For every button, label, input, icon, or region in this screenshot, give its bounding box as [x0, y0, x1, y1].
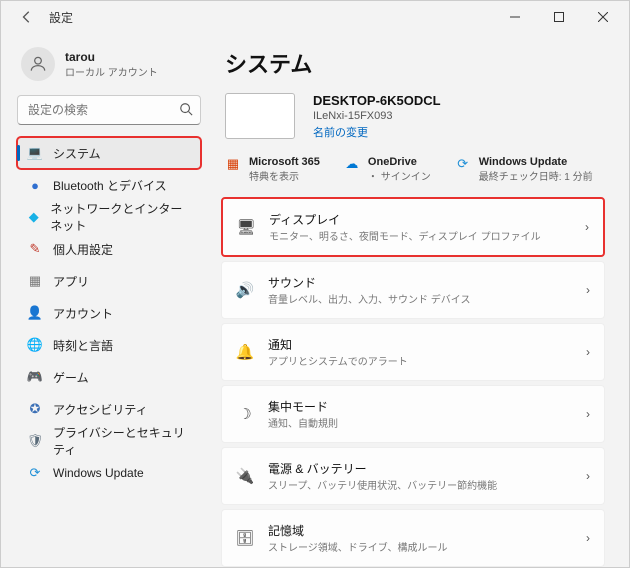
nav-icon: ✎ — [27, 241, 43, 257]
tile-sub: ストレージ領域、ドライブ、構成ルール — [268, 539, 572, 554]
sidebar-item-8[interactable]: ✪ アクセシビリティ — [17, 393, 201, 425]
tile-title: 記憶域 — [268, 522, 572, 539]
nav-icon: ✪ — [27, 401, 43, 417]
sidebar-item-6[interactable]: 🌐 時刻と言語 — [17, 329, 201, 361]
maximize-button[interactable] — [537, 1, 581, 33]
search-input[interactable] — [17, 95, 201, 125]
device-icon — [225, 93, 295, 139]
status-item-2[interactable]: ⟳ Windows Update最終チェック日時: 1 分前 — [455, 156, 593, 183]
tile-sub: スリープ、バッテリ使用状況、バッテリー節約機能 — [268, 477, 572, 492]
window-title: 設定 — [49, 9, 73, 26]
tile-sub: アプリとシステムでのアラート — [268, 353, 572, 368]
sidebar-item-10[interactable]: ⟳ Windows Update — [17, 457, 201, 489]
tile-0[interactable]: 🖥 ディスプレイモニター、明るさ、夜間モード、ディスプレイ プロファイル › — [221, 197, 605, 257]
nav-label: アカウント — [53, 305, 113, 322]
tile-1[interactable]: 🔊 サウンド音量レベル、出力、入力、サウンド デバイス › — [221, 261, 605, 319]
user-account[interactable]: tarou ローカル アカウント — [17, 39, 201, 91]
nav-icon: 🛡 — [27, 433, 43, 449]
close-button[interactable] — [581, 1, 625, 33]
status-sub: ・ サインイン — [368, 168, 431, 183]
sidebar-item-7[interactable]: 🎮 ゲーム — [17, 361, 201, 393]
nav-label: プライバシーとセキュリティ — [53, 424, 191, 458]
tile-title: 通知 — [268, 336, 572, 353]
search-icon — [179, 102, 193, 119]
nav-label: Windows Update — [53, 466, 144, 480]
chevron-right-icon: › — [586, 345, 590, 359]
nav-icon: 👤 — [27, 305, 43, 321]
sidebar-item-0[interactable]: 💻 システム — [17, 137, 201, 169]
tile-sub: モニター、明るさ、夜間モード、ディスプレイ プロファイル — [269, 228, 571, 243]
page-title: システム — [225, 47, 605, 79]
nav-label: アクセシビリティ — [53, 401, 148, 418]
chevron-right-icon: › — [586, 283, 590, 297]
status-title: Windows Update — [479, 156, 593, 168]
tile-3[interactable]: ☽ 集中モード通知、自動規則 › — [221, 385, 605, 443]
nav-label: 時刻と言語 — [53, 337, 113, 354]
nav-icon: ⟳ — [27, 465, 43, 481]
tile-title: サウンド — [268, 274, 572, 291]
nav-label: ゲーム — [53, 369, 89, 386]
sidebar-item-9[interactable]: 🛡 プライバシーとセキュリティ — [17, 425, 201, 457]
avatar-icon — [21, 47, 55, 81]
nav-icon: ◆ — [27, 209, 40, 225]
status-icon: ⟳ — [455, 156, 471, 172]
minimize-button[interactable] — [493, 1, 537, 33]
tile-icon: 🔊 — [236, 281, 254, 299]
status-sub: 最終チェック日時: 1 分前 — [479, 168, 593, 183]
tile-icon: 🔌 — [236, 467, 254, 485]
tile-title: 電源 & バッテリー — [268, 460, 572, 477]
nav-icon: 💻 — [27, 145, 43, 161]
settings-window: 設定 tarou ローカル アカウント 💻 システム ● — [0, 0, 630, 568]
nav-icon: ● — [27, 177, 43, 193]
rename-link[interactable]: 名前の変更 — [313, 124, 441, 140]
status-sub: 特典を表示 — [249, 168, 320, 183]
tile-icon: 🖥 — [237, 218, 255, 236]
nav-label: ネットワークとインターネット — [50, 200, 191, 234]
main-panel: システム DESKTOP-6K5ODCL ILeNxi-15FX093 名前の変… — [211, 33, 629, 567]
sidebar-item-2[interactable]: ◆ ネットワークとインターネット — [17, 201, 201, 233]
chevron-right-icon: › — [586, 469, 590, 483]
tile-title: 集中モード — [268, 398, 572, 415]
nav-label: システム — [53, 145, 101, 162]
sidebar-item-1[interactable]: ● Bluetooth とデバイス — [17, 169, 201, 201]
status-icon: ▦ — [225, 156, 241, 172]
tile-title: ディスプレイ — [269, 211, 571, 228]
tile-sub: 音量レベル、出力、入力、サウンド デバイス — [268, 291, 572, 306]
user-type: ローカル アカウント — [65, 64, 158, 79]
tile-2[interactable]: 🔔 通知アプリとシステムでのアラート › — [221, 323, 605, 381]
search-box — [17, 95, 201, 125]
sidebar-item-5[interactable]: 👤 アカウント — [17, 297, 201, 329]
status-item-0[interactable]: ▦ Microsoft 365特典を表示 — [225, 156, 320, 183]
back-button[interactable] — [13, 3, 41, 31]
tiles-list: 🖥 ディスプレイモニター、明るさ、夜間モード、ディスプレイ プロファイル › 🔊 サウン… — [221, 197, 605, 567]
device-model: ILeNxi-15FX093 — [313, 110, 441, 122]
chevron-right-icon: › — [585, 220, 589, 234]
tile-icon: ☽ — [236, 405, 254, 423]
tile-5[interactable]: 🗄 記憶域ストレージ領域、ドライブ、構成ルール › — [221, 509, 605, 567]
sidebar-item-4[interactable]: ▦ アプリ — [17, 265, 201, 297]
tile-icon: 🗄 — [236, 529, 254, 547]
nav-icon: 🎮 — [27, 369, 43, 385]
nav-icon: ▦ — [27, 273, 43, 289]
status-icon: ☁ — [344, 156, 360, 172]
tile-icon: 🔔 — [236, 343, 254, 361]
device-summary: DESKTOP-6K5ODCL ILeNxi-15FX093 名前の変更 — [225, 93, 605, 140]
nav-label: 個人用設定 — [53, 241, 113, 258]
titlebar: 設定 — [1, 1, 629, 33]
chevron-right-icon: › — [586, 531, 590, 545]
sidebar-item-3[interactable]: ✎ 個人用設定 — [17, 233, 201, 265]
nav-label: アプリ — [53, 273, 89, 290]
nav-icon: 🌐 — [27, 337, 43, 353]
nav-label: Bluetooth とデバイス — [53, 177, 167, 194]
sidebar: tarou ローカル アカウント 💻 システム ● Bluetooth とデバイス ◆ ネ… — [1, 33, 211, 567]
tile-4[interactable]: 🔌 電源 & バッテリースリープ、バッテリ使用状況、バッテリー節約機能 › — [221, 447, 605, 505]
status-title: OneDrive — [368, 156, 431, 168]
device-name: DESKTOP-6K5ODCL — [313, 93, 441, 108]
status-title: Microsoft 365 — [249, 156, 320, 168]
user-name: tarou — [65, 50, 158, 64]
tile-sub: 通知、自動規則 — [268, 415, 572, 430]
status-item-1[interactable]: ☁ OneDrive・ サインイン — [344, 156, 431, 183]
chevron-right-icon: › — [586, 407, 590, 421]
status-row: ▦ Microsoft 365特典を表示 ☁ OneDrive・ サインイン ⟳ Wind… — [225, 156, 601, 183]
